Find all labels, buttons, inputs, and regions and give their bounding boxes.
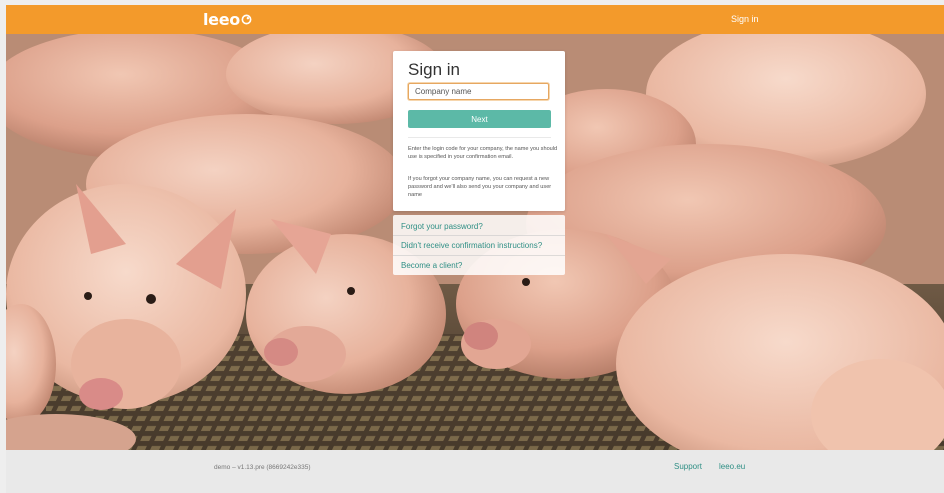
- divider: [393, 235, 565, 236]
- logo-text: leeo: [203, 9, 240, 29]
- divider: [393, 255, 565, 256]
- next-button[interactable]: Next: [408, 110, 551, 128]
- leeo-circle-logo-icon: [241, 14, 252, 24]
- support-link[interactable]: Support: [674, 462, 702, 471]
- top-navbar: leeo Sign in: [6, 5, 944, 34]
- footer: demo – v1.13.pre (8669242e335) Support l…: [6, 450, 944, 493]
- version-label: demo – v1.13.pre (8669242e335): [214, 464, 311, 471]
- signin-title: Sign in: [408, 60, 460, 79]
- help-text-login-code: Enter the login code for your company, t…: [408, 146, 558, 161]
- forgot-password-link[interactable]: Forgot your password?: [401, 222, 483, 231]
- help-text-forgot-company: If you forgot your company name, you can…: [408, 176, 552, 199]
- page: leeo Sign in Sign in Company name Next E…: [0, 0, 944, 493]
- divider: [408, 137, 551, 138]
- signin-card: Sign in Next Enter the login code for yo…: [393, 51, 565, 211]
- company-name-input[interactable]: [408, 83, 549, 100]
- auth-links-panel: Forgot your password? Didn't receive con…: [393, 215, 565, 275]
- navbar-signin-link[interactable]: Sign in: [731, 14, 759, 24]
- become-client-link[interactable]: Become a client?: [401, 261, 462, 270]
- leeo-site-link[interactable]: leeo.eu: [719, 462, 745, 471]
- leeo-logo[interactable]: leeo: [203, 9, 252, 29]
- confirmation-instructions-link[interactable]: Didn't receive confirmation instructions…: [401, 241, 542, 250]
